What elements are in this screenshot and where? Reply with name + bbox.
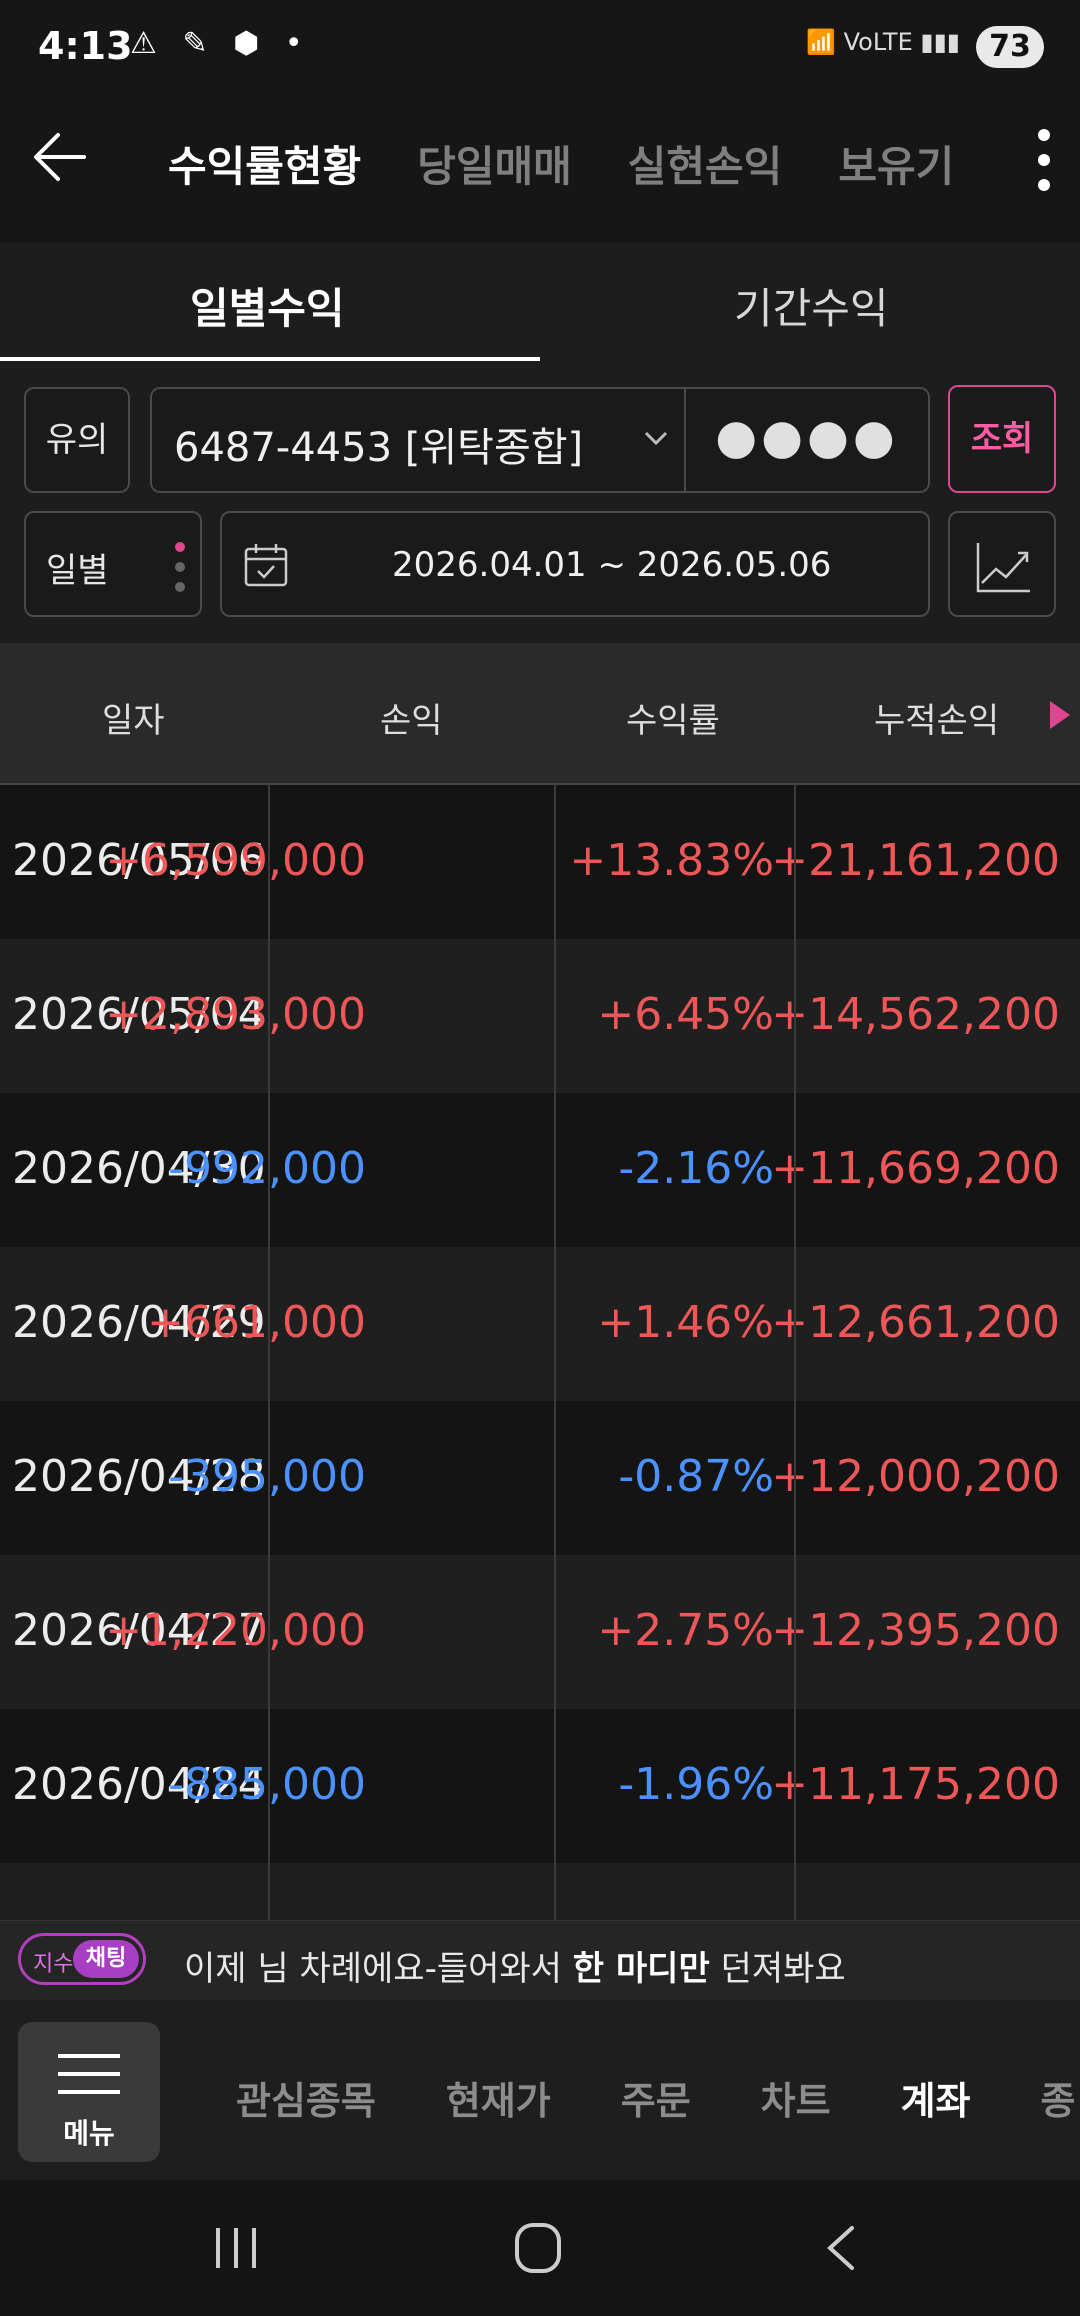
row-pl: +1,220,000 [105,1605,366,1656]
row-pl: +6,599,000 [105,835,366,886]
notification-icons: ⚠ ✎ ⬢ • [130,26,311,61]
column-divider [268,785,270,1920]
signal-icons: 📶 VoLTE ▮▮▮ [806,28,960,56]
trend-chart-icon [976,543,1030,593]
password-field[interactable]: ●●●● [712,409,902,465]
row-rate: -2.16% [618,1143,774,1194]
system-back-icon[interactable] [822,2224,858,2272]
more-dots-icon [175,542,185,592]
row-accumulated: +12,661,200 [771,1297,1060,1348]
table-row[interactable]: 2026/05/06 +6,599,000 +13.83% +21,161,20… [0,785,1080,939]
menu-label: 메뉴 [63,2117,115,2150]
recent-apps-icon[interactable] [212,2226,260,2270]
query-button[interactable]: 조회 [948,385,1056,493]
row-pl: +2,893,000 [105,989,366,1040]
col-rate: 수익률 [626,701,720,741]
table-row[interactable]: 2026/05/04 +2,893,000 +6.45% +14,562,200 [0,939,1080,1093]
status-time: 4:13 [38,24,133,68]
account-selector[interactable]: 6487-4453 [위탁종합] ●●●● [150,387,930,493]
period-type-label: 일별 [46,551,109,591]
table-row[interactable]: 2026/04/29 +661,000 +1.46% +12,661,200 [0,1247,1080,1401]
back-arrow-icon[interactable] [28,125,92,189]
row-rate: +1.46% [597,1297,774,1348]
date-range-picker[interactable]: 2026.04.01 ~ 2026.05.06 [220,511,930,617]
tab-return-status[interactable]: 수익률현황 [168,133,361,194]
hamburger-icon [58,2054,120,2094]
chart-view-button[interactable] [948,511,1056,617]
bottom-navigation: 메뉴 관심종목 현재가 주문 차트 계좌 종 [0,2000,1080,2180]
table-row[interactable]: 2026/04/28 -395,000 -0.87% +12,000,200 [0,1401,1080,1555]
col-accumulated: 누적손익 [874,701,1000,741]
filter-controls: 유의 6487-4453 [위탁종합] ●●●● 조회 일별 2026.04.0… [0,361,1080,643]
sub-tabs: 일별수익 기간수익 [0,243,1080,363]
row-rate: -1.96% [618,1759,774,1810]
col-date: 일자 [102,701,165,741]
row-rate: +13.83% [569,835,774,886]
row-pl: +661,000 [147,1297,366,1348]
calendar-icon [244,544,288,587]
row-rate: -0.87% [618,1451,774,1502]
battery-indicator: 73 [976,26,1044,68]
period-type-selector[interactable]: 일별 [24,511,202,617]
home-icon[interactable] [514,2222,562,2274]
scroll-right-icon[interactable] [1050,701,1070,729]
table-row[interactable]: 2026/04/30 -992,000 -2.16% +11,669,200 [0,1093,1080,1247]
column-divider [794,785,796,1920]
nav-chart[interactable]: 차트 [761,2070,831,2125]
row-accumulated: +11,669,200 [771,1143,1060,1194]
status-bar: 4:13 ⚠ ✎ ⬢ • 📶 VoLTE ▮▮▮ 73 [0,0,1080,95]
top-tabs: 수익률현황 당일매매 실현손익 보유기 [168,133,954,194]
tab-realized-pl[interactable]: 실현손익 [628,133,783,194]
table-row[interactable]: 2026/04/24 -885,000 -1.96% +11,175,200 [0,1709,1080,1863]
table-header: 일자 손익 수익률 누적손익 [0,643,1080,785]
more-vertical-icon[interactable] [1034,125,1054,195]
col-pl: 손익 [380,701,443,741]
row-rate: +2.75% [597,1605,774,1656]
menu-button[interactable]: 메뉴 [18,2022,160,2162]
nav-current-price[interactable]: 현재가 [446,2070,551,2125]
pill-chat-label: 채팅 [73,1940,139,1978]
app-header: 수익률현황 당일매매 실현손익 보유기 [0,95,1080,243]
row-accumulated: +14,562,200 [771,989,1060,1040]
nav-account[interactable]: 계좌 [901,2070,971,2125]
tab-day-trading[interactable]: 당일매매 [417,133,572,194]
row-accumulated: +12,395,200 [771,1605,1060,1656]
row-accumulated: +11,175,200 [771,1759,1060,1810]
table-row[interactable] [0,1863,1080,1920]
row-accumulated: +21,161,200 [771,835,1060,886]
profit-table[interactable]: 2026/05/06 +6,599,000 +13.83% +21,161,20… [0,785,1080,1920]
tab-holding-period[interactable]: 보유기 [838,133,954,194]
account-number: 6487-4453 [위탁종합] [174,425,584,471]
nav-order[interactable]: 주문 [621,2070,691,2125]
pill-index-label: 지수 [33,1952,74,1977]
row-rate: +6.45% [597,989,774,1040]
nav-more[interactable]: 종 [1041,2070,1076,2125]
date-range-text: 2026.04.01 ~ 2026.05.06 [392,545,832,585]
tab-daily-profit[interactable]: 일별수익 [190,275,345,336]
chevron-down-icon [644,431,668,446]
table-row[interactable]: 2026/04/27 +1,220,000 +2.75% +12,395,200 [0,1555,1080,1709]
caution-button[interactable]: 유의 [24,387,130,493]
chat-banner[interactable]: 지수 채팅 이제 님 차례에요-들어와서 한 마디만 던져봐요 [0,1920,1080,2001]
banner-message: 이제 님 차례에요-들어와서 한 마디만 던져봐요 [184,1949,846,1989]
nav-watchlist[interactable]: 관심종목 [236,2070,376,2125]
row-accumulated: +12,000,200 [771,1451,1060,1502]
index-chat-pill[interactable]: 지수 채팅 [18,1933,146,1985]
column-divider [554,785,556,1920]
system-navigation [0,2180,1080,2316]
tab-period-profit[interactable]: 기간수익 [734,275,889,336]
divider [684,389,686,491]
nav-items: 관심종목 현재가 주문 차트 계좌 종 [236,2070,1075,2125]
